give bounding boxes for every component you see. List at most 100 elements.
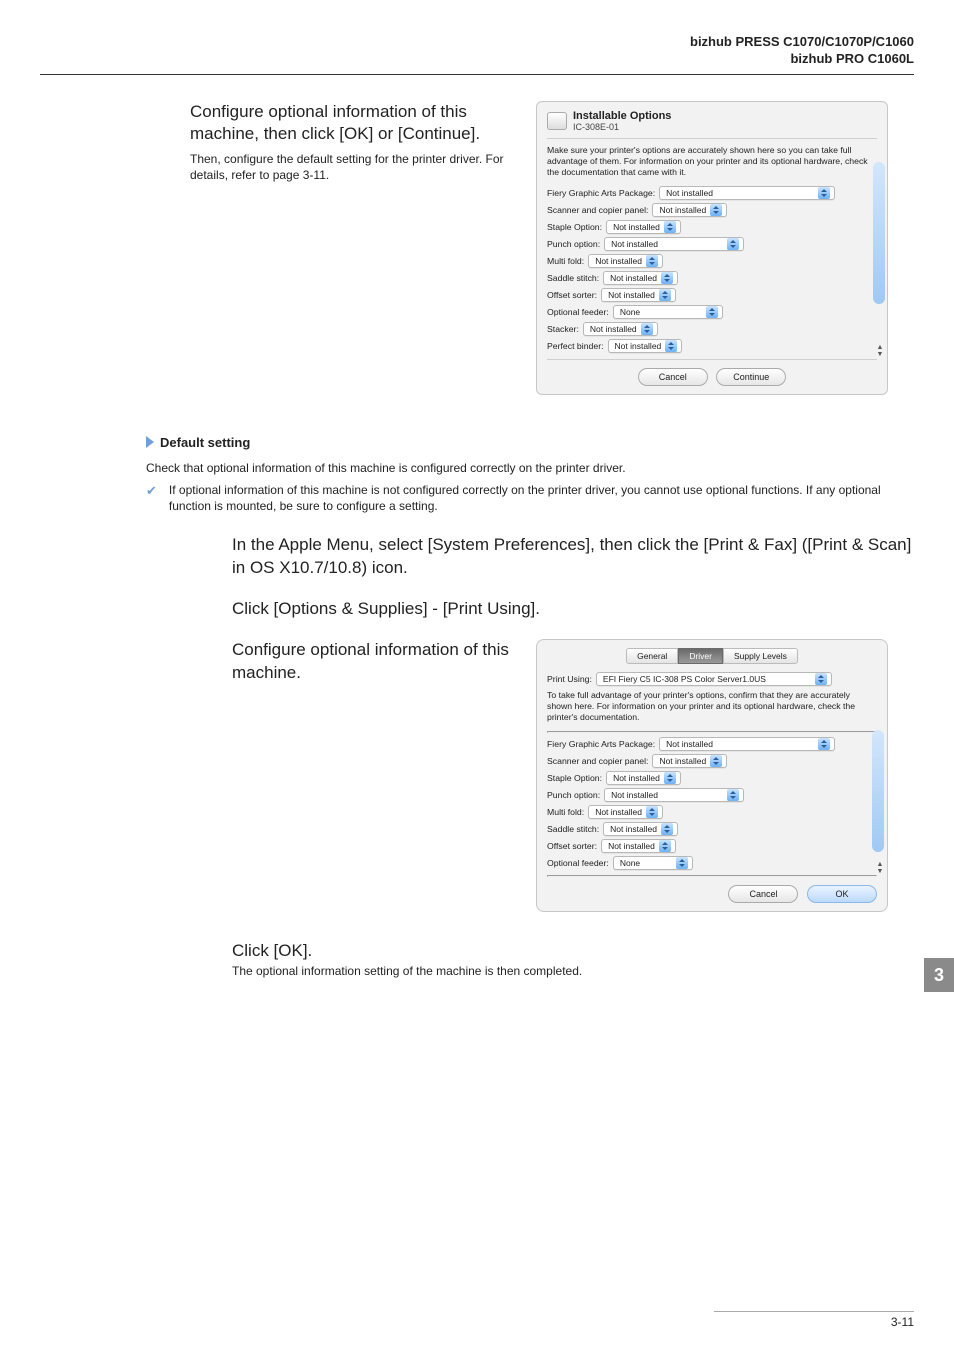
chevron-down-icon bbox=[661, 823, 673, 835]
opt2-select-offset[interactable]: Not installed bbox=[601, 839, 676, 853]
chapter-badge: 3 bbox=[924, 958, 954, 992]
opt-label-saddle: Saddle stitch: bbox=[547, 273, 599, 283]
opt2-value-offset: Not installed bbox=[608, 841, 655, 851]
dialog1-title: Installable Options bbox=[573, 110, 671, 122]
header-line2: bizhub PRO C1060L bbox=[40, 51, 914, 68]
opt-select-stacker[interactable]: Not installed bbox=[583, 322, 658, 336]
section-arrow-icon bbox=[146, 436, 154, 448]
step2-text: Click [Options & Supplies] - [Print Usin… bbox=[232, 598, 914, 621]
tab-general[interactable]: General bbox=[626, 648, 678, 664]
scroll-stepper-icon[interactable]: ▲▼ bbox=[875, 344, 885, 360]
opt-value-saddle: Not installed bbox=[610, 273, 657, 283]
opt-select-feeder[interactable]: None bbox=[613, 305, 723, 319]
opt-value-staple: Not installed bbox=[613, 222, 660, 232]
ok-button[interactable]: OK bbox=[807, 885, 877, 903]
chevron-down-icon bbox=[818, 187, 830, 199]
chevron-down-icon bbox=[659, 289, 671, 301]
opt2-select-fiery[interactable]: Not installed bbox=[659, 737, 835, 751]
opt-value-multifold: Not installed bbox=[595, 256, 642, 266]
opt-label-punch: Punch option: bbox=[547, 239, 600, 249]
print-using-value: EFI Fiery C5 IC-308 PS Color Server1.0US bbox=[603, 674, 766, 684]
opt-value-feeder: None bbox=[620, 307, 640, 317]
chevron-down-icon bbox=[659, 840, 671, 852]
opt-label-fiery: Fiery Graphic Arts Package: bbox=[547, 188, 655, 198]
dialog2-desc: To take full advantage of your printer's… bbox=[547, 690, 877, 723]
opt-select-punch[interactable]: Not installed bbox=[604, 237, 744, 251]
cancel-button[interactable]: Cancel bbox=[728, 885, 798, 903]
printer-icon bbox=[547, 112, 567, 130]
opt-label-multifold: Multi fold: bbox=[547, 256, 584, 266]
step3-text: Configure optional information of this m… bbox=[232, 639, 520, 685]
page-number: 3-11 bbox=[891, 1315, 914, 1329]
chevron-down-icon bbox=[646, 255, 658, 267]
chevron-down-icon bbox=[710, 755, 722, 767]
tab-driver[interactable]: Driver bbox=[678, 648, 723, 664]
chevron-down-icon bbox=[664, 772, 676, 784]
dialog1-separator-bottom bbox=[547, 359, 877, 360]
opt-select-staple[interactable]: Not installed bbox=[606, 220, 681, 234]
opt-select-offset[interactable]: Not installed bbox=[601, 288, 676, 302]
dialog2-separator-bottom bbox=[547, 875, 877, 877]
opt2-select-staple[interactable]: Not installed bbox=[606, 771, 681, 785]
opt2-label-fiery: Fiery Graphic Arts Package: bbox=[547, 739, 655, 749]
chevron-down-icon bbox=[665, 340, 677, 352]
footer-separator bbox=[714, 1311, 914, 1312]
header-separator bbox=[40, 74, 914, 75]
chevron-down-icon bbox=[727, 238, 739, 250]
chevron-down-icon bbox=[818, 738, 830, 750]
opt2-select-scanner[interactable]: Not installed bbox=[652, 754, 727, 768]
chevron-down-icon bbox=[664, 221, 676, 233]
opt-value-offset: Not installed bbox=[608, 290, 655, 300]
step1-text: In the Apple Menu, select [System Prefer… bbox=[232, 534, 914, 580]
opt-select-fiery[interactable]: Not installed bbox=[659, 186, 835, 200]
opt-label-feeder: Optional feeder: bbox=[547, 307, 609, 317]
opt-label-stacker: Stacker: bbox=[547, 324, 579, 334]
opt2-label-offset: Offset sorter: bbox=[547, 841, 597, 851]
opt-select-scanner[interactable]: Not installed bbox=[652, 203, 727, 217]
driver-options-dialog: General Driver Supply Levels Print Using… bbox=[536, 639, 888, 912]
opt2-value-saddle: Not installed bbox=[610, 824, 657, 834]
chevron-down-icon bbox=[710, 204, 722, 216]
opt2-value-feeder: None bbox=[620, 858, 640, 868]
opt2-label-staple: Staple Option: bbox=[547, 773, 602, 783]
opt2-select-punch[interactable]: Not installed bbox=[604, 788, 744, 802]
tab-supply[interactable]: Supply Levels bbox=[723, 648, 798, 664]
opt2-select-multifold[interactable]: Not installed bbox=[588, 805, 663, 819]
opt-value-stacker: Not installed bbox=[590, 324, 637, 334]
installable-options-dialog: Installable Options IC-308E-01 Make sure… bbox=[536, 101, 888, 395]
opt2-select-feeder[interactable]: None bbox=[613, 856, 693, 870]
opt2-value-fiery: Not installed bbox=[666, 739, 713, 749]
opt2-value-staple: Not installed bbox=[613, 773, 660, 783]
print-using-label: Print Using: bbox=[547, 674, 592, 684]
opt-select-multifold[interactable]: Not installed bbox=[588, 254, 663, 268]
chevron-down-icon bbox=[727, 789, 739, 801]
continue-button[interactable]: Continue bbox=[716, 368, 786, 386]
opt-select-saddle[interactable]: Not installed bbox=[603, 271, 678, 285]
opt2-label-punch: Punch option: bbox=[547, 790, 600, 800]
opt-select-binder[interactable]: Not installed bbox=[608, 339, 683, 353]
dialog1-subtitle: IC-308E-01 bbox=[573, 122, 671, 132]
scrollbar[interactable] bbox=[873, 162, 885, 304]
scrollbar[interactable] bbox=[872, 730, 884, 852]
opt2-label-saddle: Saddle stitch: bbox=[547, 824, 599, 834]
opt2-value-punch: Not installed bbox=[611, 790, 658, 800]
opt-label-staple: Staple Option: bbox=[547, 222, 602, 232]
opt2-label-multifold: Multi fold: bbox=[547, 807, 584, 817]
chevron-down-icon bbox=[706, 306, 718, 318]
print-using-select[interactable]: EFI Fiery C5 IC-308 PS Color Server1.0US bbox=[596, 672, 832, 686]
default-setting-heading: Default setting bbox=[160, 435, 250, 450]
opt2-select-saddle[interactable]: Not installed bbox=[603, 822, 678, 836]
opt-value-binder: Not installed bbox=[615, 341, 662, 351]
configure-heading: Configure optional information of this m… bbox=[190, 101, 520, 145]
chevron-down-icon bbox=[646, 806, 658, 818]
chevron-down-icon bbox=[661, 272, 673, 284]
dialog1-separator bbox=[547, 138, 877, 139]
configure-subtext: Then, configure the default setting for … bbox=[190, 151, 520, 183]
scroll-stepper-icon[interactable]: ▲▼ bbox=[875, 861, 885, 877]
opt2-label-feeder: Optional feeder: bbox=[547, 858, 609, 868]
header-line1: bizhub PRESS C1070/C1070P/C1060 bbox=[40, 34, 914, 51]
default-para1: Check that optional information of this … bbox=[146, 460, 914, 476]
cancel-button[interactable]: Cancel bbox=[638, 368, 708, 386]
checkmark-icon: ✔ bbox=[146, 483, 157, 499]
opt-value-fiery: Not installed bbox=[666, 188, 713, 198]
